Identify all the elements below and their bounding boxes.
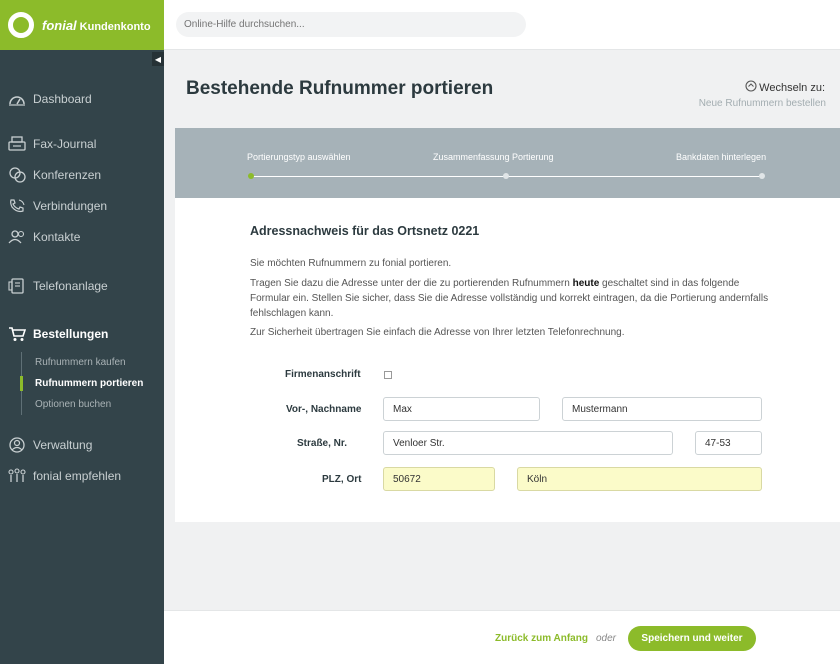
zip-input[interactable] (383, 467, 495, 491)
last-name-input[interactable] (562, 397, 762, 421)
collapse-sidebar-icon[interactable]: ◀ (152, 52, 164, 66)
sidebar: fonial Kundenkonto ◀ Dashboard Fax-Journa… (0, 0, 164, 664)
sidebar-item-label: fonial empfehlen (33, 469, 122, 483)
step-dot-1 (248, 173, 254, 179)
sidebar-item-label: Konferenzen (33, 168, 102, 182)
sidebar-item-dashboard[interactable]: Dashboard (8, 91, 92, 107)
hint-paragraph: Zur Sicherheit übertragen Sie einfach di… (250, 327, 625, 338)
back-to-start-link[interactable]: Zurück zum Anfang (495, 633, 588, 644)
street-label: Straße, Nr. (297, 438, 348, 449)
help-search-input[interactable] (176, 12, 526, 37)
sidebar-subnav: Rufnummern kaufen Rufnummern portieren O… (19, 352, 143, 415)
step-label-bank: Bankdaten hinterlegen (676, 152, 767, 162)
city-label: PLZ, Ort (322, 474, 362, 485)
contacts-icon (8, 229, 26, 245)
sidebar-item-label: Dashboard (33, 92, 92, 106)
name-label: Vor-, Nachname (286, 404, 362, 415)
first-name-input[interactable] (383, 397, 540, 421)
sidebar-item-fonial-empfehlen[interactable]: fonial empfehlen (8, 468, 121, 484)
user-icon (8, 437, 26, 453)
sidebar-item-verwaltung[interactable]: Verwaltung (8, 437, 92, 453)
dashboard-icon (8, 91, 26, 107)
fax-icon (8, 136, 26, 152)
intro-paragraph: Sie möchten Rufnummern zu fonial portier… (250, 258, 452, 269)
topbar (164, 0, 840, 50)
sidebar-item-telefonanlage[interactable]: Telefonanlage (8, 278, 108, 294)
action-footer: Zurück zum Anfang oder Speichern und wei… (164, 610, 840, 664)
sidebar-item-konferenzen[interactable]: Konferenzen (8, 167, 101, 183)
sidebar-item-label: Verbindungen (33, 199, 108, 213)
switch-label: Wechseln zu: (745, 80, 825, 95)
save-and-continue-button[interactable]: Speichern und weiter (628, 626, 756, 651)
sidebar-item-label: Bestellungen (33, 327, 109, 341)
phone-icon (8, 198, 26, 214)
step-dot-2 (503, 173, 509, 179)
progress-stepper: Portierungstyp auswählen Zusammenfassung… (175, 128, 840, 198)
or-separator: oder (596, 633, 617, 644)
sidebar-item-bestellungen[interactable]: Bestellungen (8, 326, 108, 342)
city-input[interactable] (517, 467, 762, 491)
street-input[interactable] (383, 431, 673, 455)
conference-icon (8, 167, 26, 183)
brand-subtitle: Kundenkonto (79, 20, 151, 33)
sidebar-item-label: Verwaltung (33, 438, 93, 452)
company-checkbox[interactable] (384, 371, 392, 379)
sidebar-item-label: Telefonanlage (33, 279, 108, 293)
subnav-item-optionen-buchen[interactable]: Optionen buchen (22, 394, 143, 415)
house-number-input[interactable] (695, 431, 762, 455)
subnav-item-rufnummern-kaufen[interactable]: Rufnummern kaufen (22, 352, 143, 373)
sidebar-item-fax-journal[interactable]: Fax-Journal (8, 136, 96, 152)
sidebar-item-kontakte[interactable]: Kontakte (8, 229, 80, 245)
fonial-logo-icon (8, 12, 34, 38)
step-dot-3 (759, 173, 765, 179)
brand-name: fonial (42, 17, 77, 33)
new-numbers-link[interactable]: Neue Rufnummern bestellen (699, 98, 826, 109)
sidebar-item-label: Fax-Journal (33, 137, 97, 151)
instructions-paragraph: Tragen Sie dazu die Adresse unter der di… (250, 278, 769, 319)
porting-card: Portierungstyp auswählen Zusammenfassung… (175, 128, 840, 522)
recommend-icon (8, 468, 26, 484)
sidebar-item-label: Kontakte (33, 230, 81, 244)
subnav-item-rufnummern-portieren[interactable]: Rufnummern portieren (19, 373, 143, 394)
page-title: Bestehende Rufnummer portieren (186, 78, 494, 99)
section-title: Adressnachweis für das Ortsnetz 0221 (250, 224, 480, 238)
step-label-type: Portierungstyp auswählen (247, 152, 351, 162)
cart-icon (8, 326, 26, 342)
switch-icon (745, 80, 757, 95)
company-label: Firmenanschrift (285, 369, 361, 380)
sidebar-item-verbindungen[interactable]: Verbindungen (8, 198, 107, 214)
phone-system-icon (8, 278, 26, 294)
step-label-summary: Zusammenfassung Portierung (433, 152, 554, 162)
brand-bar[interactable]: fonial Kundenkonto (0, 0, 164, 50)
